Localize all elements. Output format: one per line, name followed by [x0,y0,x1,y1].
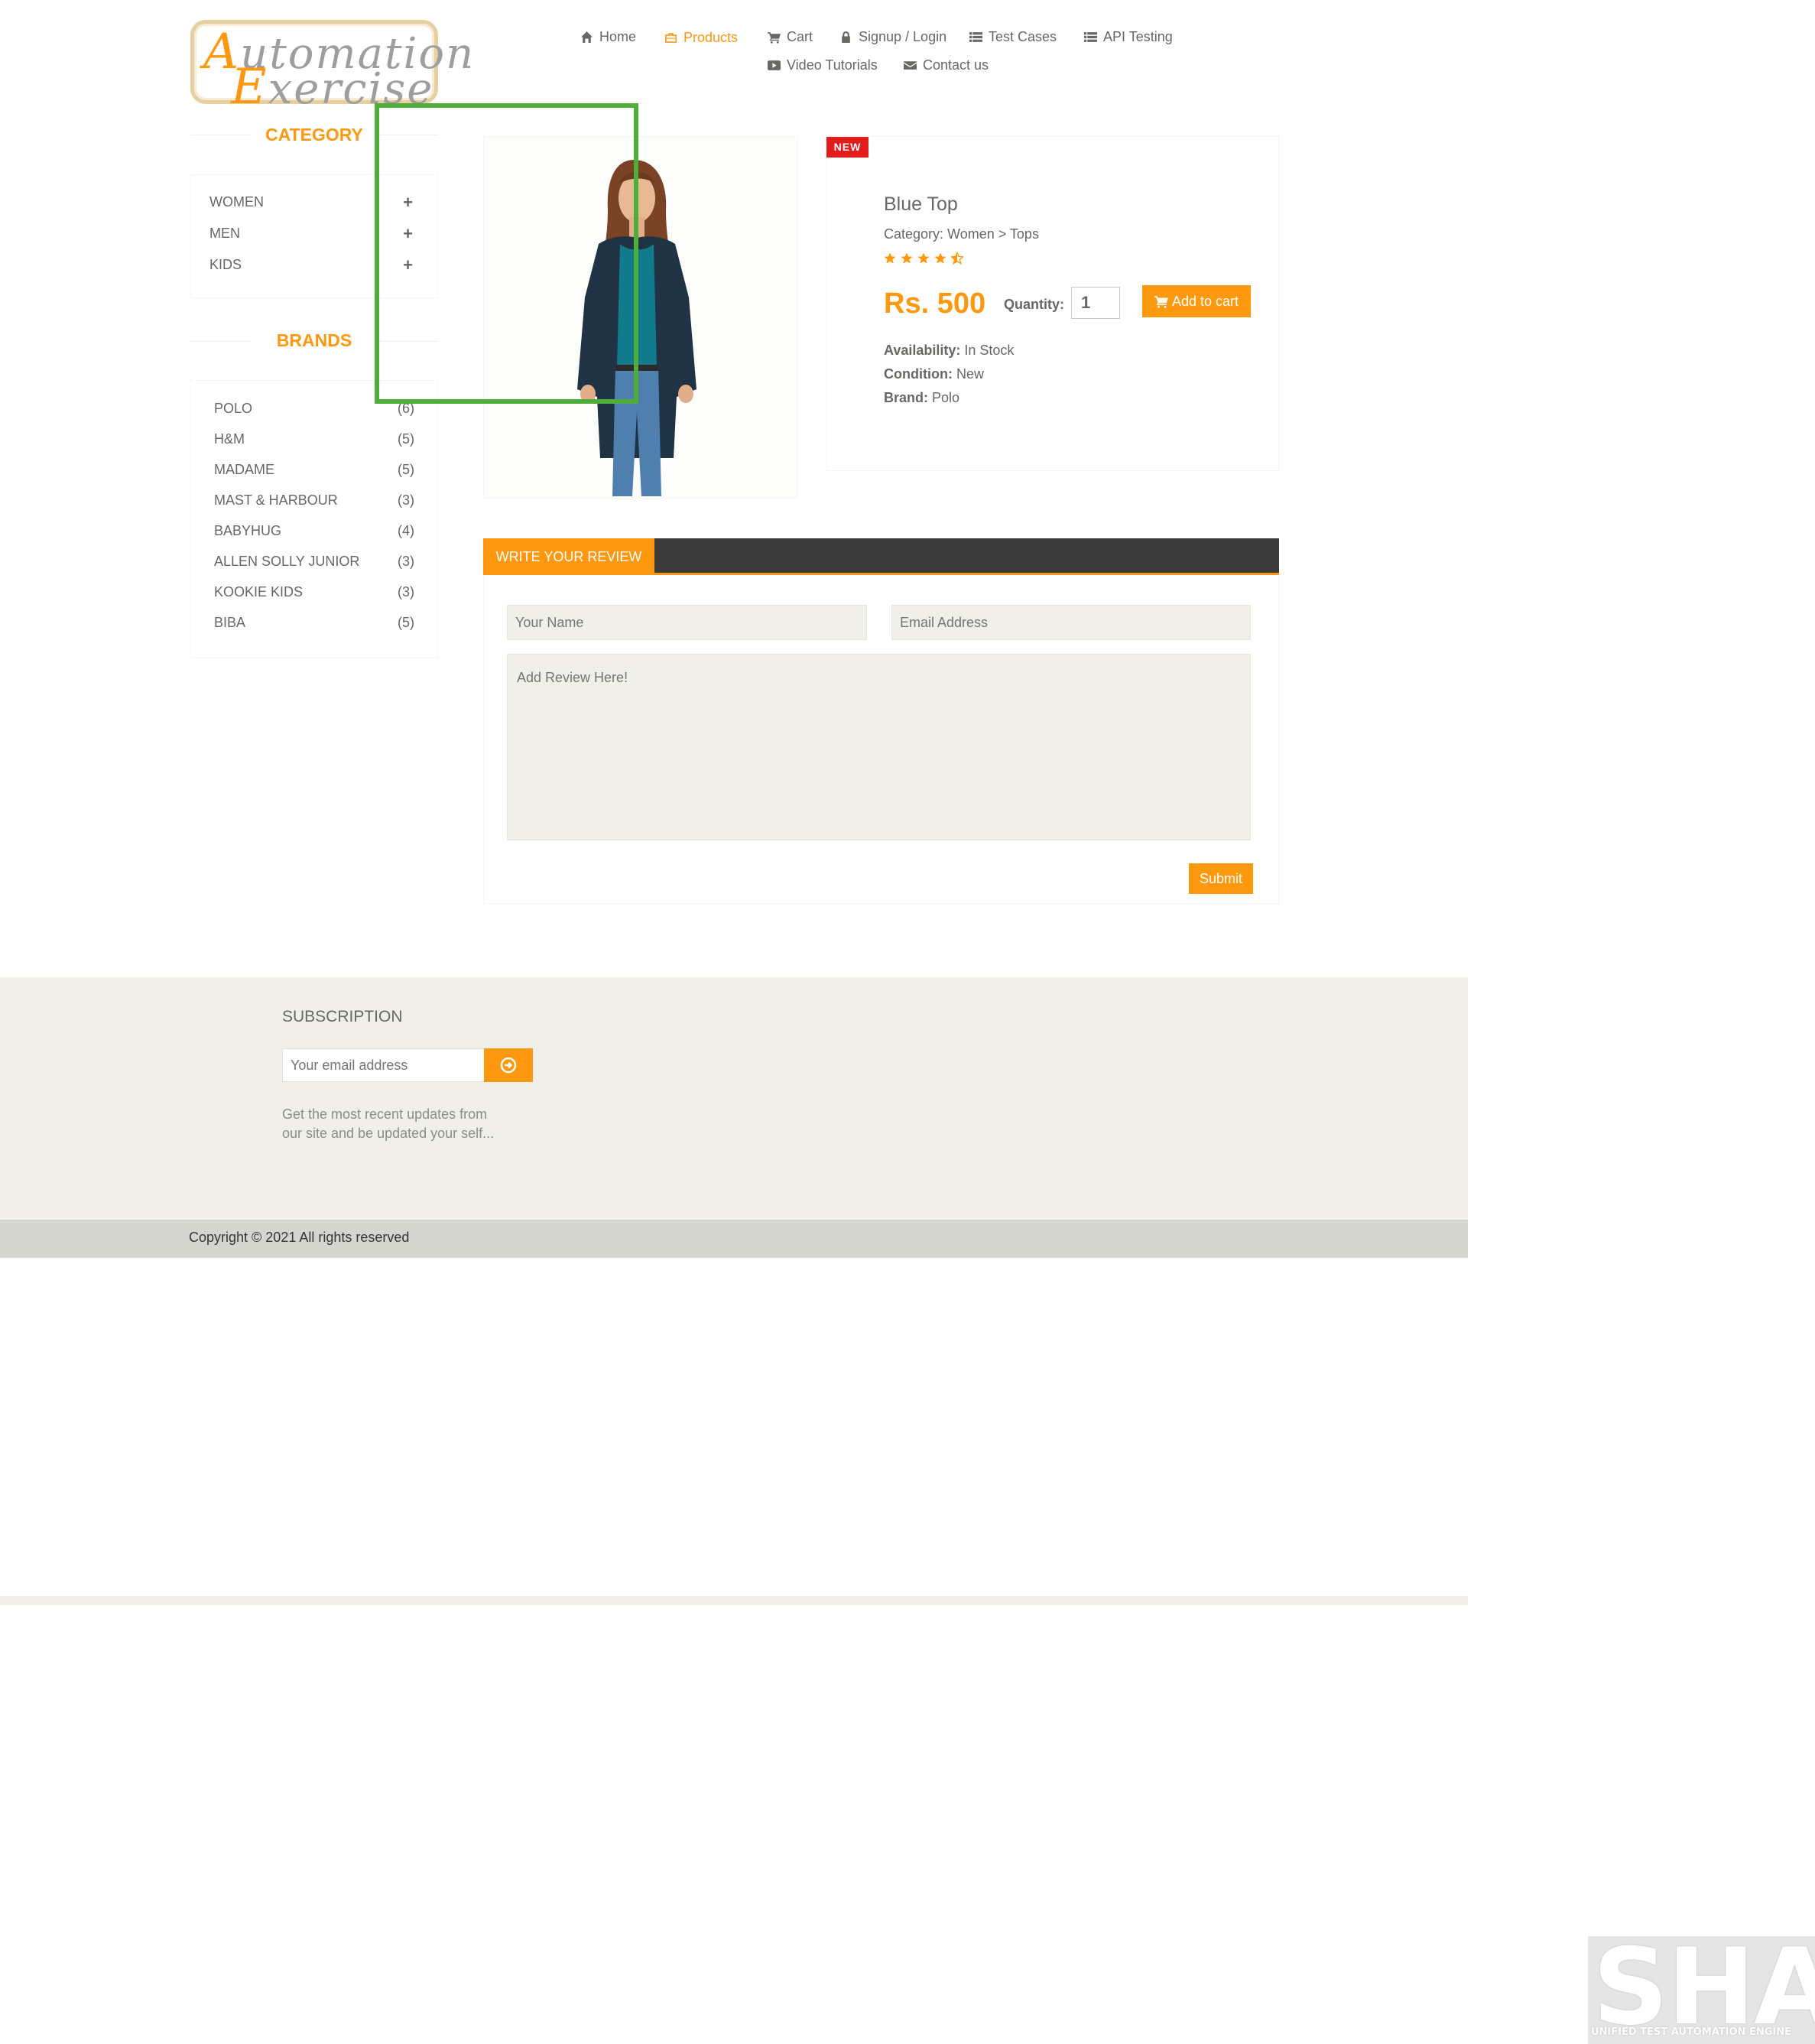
subscription-email-input[interactable] [282,1048,485,1082]
product-rating [884,252,963,265]
star-icon [934,252,946,264]
product-category: Category: Women > Tops [884,226,1039,242]
arrow-circle-right-icon [500,1057,517,1074]
quantity-label: Quantity: [1004,297,1064,312]
nav-home-link[interactable]: Home [580,29,636,45]
review-name-input[interactable] [507,605,867,640]
brand-item-biba[interactable]: BIBA (5) [214,615,414,631]
footer-widget [0,977,1468,1220]
brand-item-babyhug[interactable]: BABYHUG (4) [214,523,414,539]
home-icon [581,31,593,43]
shaft-watermark-logo: SHAFT UNIFIED TEST AUTOMATION ENGINE [1588,1936,1815,2044]
copyright-text: Copyright © 2021 All rights reserved [189,1230,410,1245]
availability: Availability: In Stock [884,343,1015,358]
star-half-icon [951,252,963,265]
products-icon [665,33,677,43]
review-email-input[interactable] [891,605,1251,640]
watermark-tagline: UNIFIED TEST AUTOMATION ENGINE [1591,2026,1792,2038]
add-to-cart-button[interactable]: Add to cart [1142,285,1251,317]
cart-icon [768,32,781,44]
brand: Brand: Polo [884,390,960,405]
subscription-title: SUBSCRIPTION [282,1008,403,1025]
nav-cart-link[interactable]: Cart [768,29,813,45]
product-name: Blue Top [884,193,958,215]
star-icon [901,252,913,264]
youtube-play-icon [768,60,781,70]
tab-write-your-review[interactable]: WRITE YOUR REVIEW [483,538,654,575]
new-badge: NEW [826,137,869,158]
footer-strip [0,1596,1468,1605]
nav-signup-login-link[interactable]: Signup / Login [839,29,946,45]
nav-test-cases-link[interactable]: Test Cases [969,29,1057,45]
cart-icon [1154,296,1168,308]
brand-item-madame[interactable]: MADAME (5) [214,462,414,478]
review-textarea[interactable] [507,654,1251,840]
star-icon [884,252,896,264]
nav-products-link[interactable]: Products [664,30,738,46]
subscription-text-line-2: our site and be updated your self... [282,1126,495,1141]
condition: Condition: New [884,366,984,382]
product-price: Rs. 500 [884,288,986,320]
quantity-input[interactable] [1071,287,1120,319]
nav-video-tutorials-link[interactable]: Video Tutorials [768,57,878,73]
star-icon [917,252,930,264]
brand-item-mast-harbour[interactable]: MAST & HARBOUR (3) [214,492,414,509]
submit-review-button[interactable]: Submit [1189,863,1253,894]
brand-item-allen-solly-junior[interactable]: ALLEN SOLLY JUNIOR (3) [214,554,414,570]
subscription-text-line-1: Get the most recent updates from [282,1106,488,1122]
brand-item-kookie-kids[interactable]: KOOKIE KIDS (3) [214,584,414,600]
list-icon [969,32,982,42]
list-icon [1084,32,1097,42]
envelope-icon [904,61,917,70]
lock-icon [842,31,850,43]
subscribe-button[interactable] [484,1048,533,1082]
site-logo[interactable]: Automation Exercise [190,20,473,115]
brand-item-hm[interactable]: H&M (5) [214,431,414,447]
brands-panel: POLO (6) H&M (5) MADAME (5) MAST & HARBOUR(… [190,380,438,658]
element-highlight-box [375,103,638,404]
nav-contact-us-link[interactable]: Contact us [904,57,989,73]
nav-api-testing-link[interactable]: API Testing [1084,29,1173,45]
